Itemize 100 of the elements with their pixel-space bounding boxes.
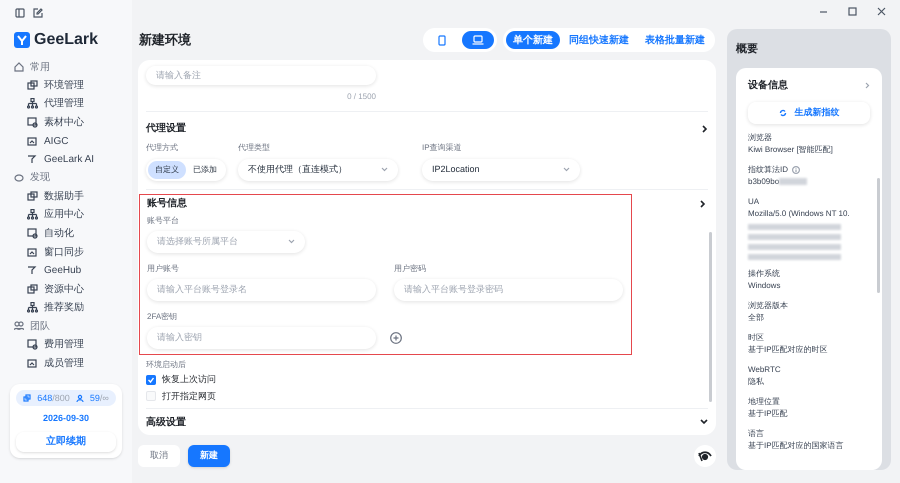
- sidebar-item[interactable]: 自动化: [10, 224, 122, 243]
- menu-item-icon: [27, 246, 38, 258]
- character-counter: 0 / 1500: [346, 91, 376, 104]
- menu-item-icon: [27, 209, 38, 220]
- member-icon: [76, 394, 84, 402]
- info-value: 基于IP匹配对应的时区: [748, 344, 828, 356]
- desktop-view-button[interactable]: [462, 31, 494, 49]
- info-value: 基于IP匹配对应的国家语言: [748, 440, 844, 452]
- chevron-right-icon: [865, 82, 870, 89]
- logo-icon: [14, 32, 30, 48]
- menu-item-icon: [27, 98, 38, 110]
- cancel-button[interactable]: 取消: [138, 445, 180, 467]
- redaction-block: [779, 178, 808, 185]
- info-value: Mozilla/5.0 (Windows NT 10.: [748, 208, 850, 220]
- member-count: 59: [90, 392, 100, 405]
- info-value: b3b09bo: [748, 176, 780, 188]
- sidebar-item[interactable]: 应用中心: [10, 206, 122, 224]
- info-value: 隐私: [748, 376, 764, 388]
- chevron-right-icon: [702, 124, 708, 133]
- menu-item-icon: [27, 265, 38, 276]
- menu-item-icon: [27, 190, 38, 202]
- sidebar-item[interactable]: 窗口同步: [10, 242, 122, 262]
- sidebar-item[interactable]: 费用管理: [10, 335, 122, 354]
- field-label: 账号平台: [147, 214, 180, 227]
- renew-button[interactable]: 立即续期: [16, 432, 116, 452]
- info-label: 浏览器: [748, 132, 772, 144]
- panel-title: 概要: [736, 42, 759, 57]
- add-icon[interactable]: [390, 332, 402, 344]
- create-mode-tab[interactable]: 表格批量新建: [638, 31, 712, 49]
- checkbox[interactable]: [146, 374, 156, 385]
- section-title: 发现: [30, 171, 50, 186]
- field-label: 2FA密钥: [147, 310, 178, 323]
- laptop-icon: [472, 35, 484, 45]
- maximize-icon[interactable]: [848, 6, 857, 16]
- card-title: 设备信息: [748, 78, 788, 93]
- devices-icon: [23, 394, 32, 402]
- menu-item-icon: [27, 116, 38, 128]
- menu-item-icon: [27, 80, 38, 91]
- info-value: 基于IP匹配: [748, 408, 788, 420]
- advanced-settings-header[interactable]: 高级设置: [146, 409, 708, 436]
- section-icon: [14, 62, 24, 72]
- assistant-button[interactable]: [694, 445, 716, 467]
- generate-fingerprint-button[interactable]: 生成新指纹: [748, 102, 870, 124]
- proxy-mode-option[interactable]: 自定义: [148, 160, 186, 179]
- info-label: 指纹算法ID: [748, 164, 788, 176]
- select-field[interactable]: 不使用代理（直连模式）: [238, 158, 398, 181]
- section-icon: [14, 321, 24, 332]
- info-label: 浏览器版本: [748, 300, 788, 312]
- info-value: Windows: [748, 280, 780, 292]
- section-title: 团队: [30, 320, 50, 334]
- field-label: IP查询渠道: [422, 142, 463, 154]
- sidebar-item[interactable]: 环境管理: [10, 76, 122, 95]
- device-limit: /800: [52, 392, 70, 405]
- section-title: 常用: [30, 60, 50, 74]
- phone-icon: [438, 34, 446, 46]
- chevron-down-icon: [700, 419, 708, 426]
- menu-item-icon: [27, 302, 38, 314]
- checkbox-option[interactable]: 恢复上次访问: [146, 372, 708, 388]
- checkbox[interactable]: [146, 391, 156, 402]
- menu-item-icon: [27, 136, 38, 147]
- close-icon[interactable]: [877, 6, 886, 16]
- info-label: UA: [748, 196, 760, 208]
- sidebar-item[interactable]: 成员管理: [10, 354, 122, 372]
- menu-item-icon: [27, 358, 38, 369]
- create-button[interactable]: 新建: [188, 445, 230, 467]
- section-icon: [14, 172, 24, 183]
- eye-icon: [698, 450, 712, 462]
- menu-item-icon: [27, 228, 38, 239]
- menu-item-icon: [27, 154, 38, 166]
- menu-item-icon: [27, 284, 38, 295]
- sidebar-item[interactable]: 代理管理: [10, 94, 122, 114]
- field-label: 代理类型: [238, 142, 271, 154]
- device-count: 648: [37, 392, 52, 405]
- select-field[interactable]: IP2Location: [422, 158, 580, 181]
- section-title: 代理设置: [146, 122, 186, 136]
- page-title: 新建环境: [139, 31, 191, 50]
- info-label: 地理位置: [748, 396, 780, 408]
- info-label: 时区: [748, 332, 764, 344]
- create-mode-tab[interactable]: 单个新建: [506, 31, 560, 49]
- info-value: 全部: [748, 312, 764, 324]
- brand-name: GeeLark: [34, 30, 98, 50]
- create-mode-tab[interactable]: 同组快速新建: [562, 31, 636, 49]
- sidebar-item[interactable]: 素材中心: [10, 113, 122, 132]
- sidebar-item[interactable]: GeeLark AI: [10, 150, 122, 169]
- chevron-down-icon: [563, 167, 570, 172]
- sidebar-item[interactable]: GeeHub: [10, 261, 122, 280]
- sidebar-item[interactable]: 推荐奖励: [10, 298, 122, 318]
- chevron-down-icon: [381, 167, 388, 172]
- field-label: 代理方式: [146, 142, 179, 154]
- info-label: 操作系统: [748, 268, 780, 280]
- checkbox-option[interactable]: 打开指定网页: [146, 388, 708, 404]
- sidebar-item[interactable]: AIGC: [10, 132, 122, 150]
- proxy-mode-option[interactable]: 已添加: [186, 160, 224, 179]
- info-label: 语言: [748, 428, 764, 440]
- chevron-down-icon: [288, 239, 295, 244]
- sidebar-item[interactable]: 资源中心: [10, 280, 122, 299]
- sidebar-toggle-icon[interactable]: [15, 8, 25, 18]
- refresh-icon: [778, 108, 786, 116]
- sidebar-item[interactable]: 数据助手: [10, 186, 122, 206]
- edit-icon[interactable]: [33, 8, 43, 18]
